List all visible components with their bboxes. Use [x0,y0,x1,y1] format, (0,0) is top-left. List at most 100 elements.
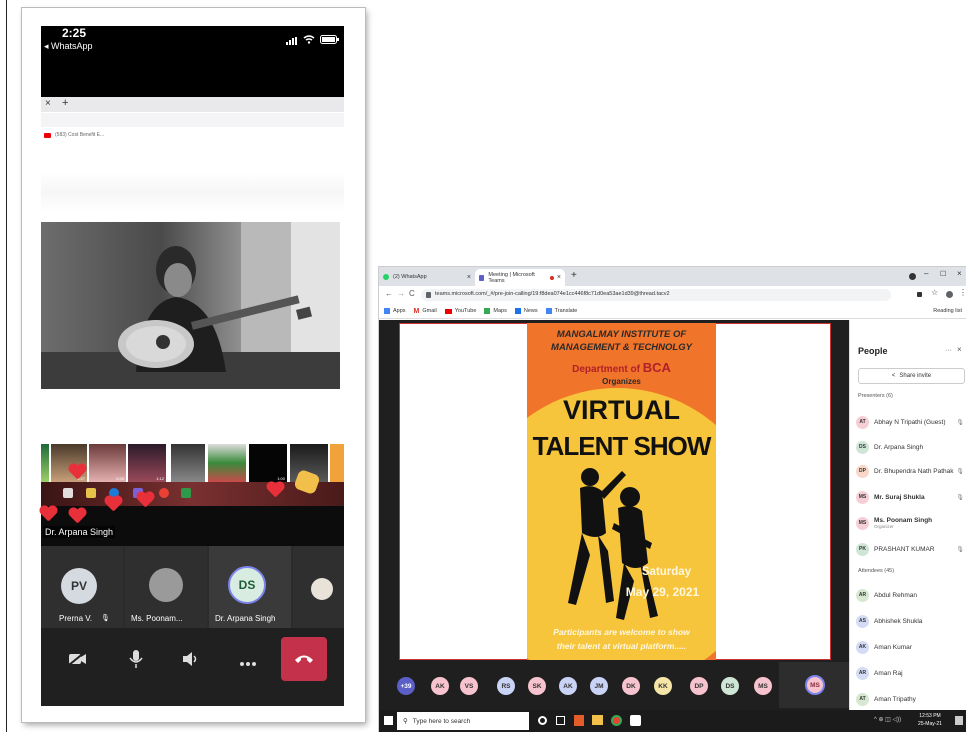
mic-off-icon: 🎙 [956,468,964,475]
teams-icon [479,274,485,281]
thumbnail[interactable] [41,444,49,482]
camera-off-icon[interactable] [68,651,87,666]
bookmark-gmail[interactable]: Gmail [422,308,436,314]
attendee-row[interactable]: AT Aman Tripathy [856,688,916,710]
participant-avatar[interactable]: DK [622,677,640,695]
bookmark-maps[interactable]: Maps [493,308,506,314]
participant-avatar[interactable]: JM [590,677,608,695]
new-tab-button[interactable]: + [571,270,577,281]
share-invite-button[interactable]: < Share invite [858,368,965,384]
cortana-icon[interactable] [538,716,547,725]
participant-avatar[interactable]: AK [559,677,577,695]
attendee-row[interactable]: AR Aman Raj [856,662,903,684]
tab-whatsapp[interactable]: (2) WhatsApp × [383,270,471,284]
participant-avatar[interactable]: SK [528,677,546,695]
forward-icon[interactable]: → [397,289,405,298]
hang-up-button[interactable] [281,637,327,681]
chrome-icon[interactable] [611,715,622,726]
close-panel-icon[interactable]: × [957,345,962,354]
bookmark-apps[interactable]: Apps [393,308,406,314]
attendees-header[interactable]: Attendees (45) [858,568,894,574]
bookmark-star-icon[interactable]: ☆ [931,288,938,297]
participant-tile-active[interactable]: DS Dr. Arpana Singh [209,546,291,628]
participant-avatar[interactable]: DP [690,677,708,695]
bookmark-news[interactable]: News [524,308,538,314]
presenters-header[interactable]: Presenters (6) [858,393,893,399]
task-view-icon[interactable] [556,716,565,725]
attendee-row[interactable]: AK Aman Kumar [856,636,912,658]
taskbar-clock[interactable]: 12:53 PM 25-May-21 [909,712,951,730]
close-window-icon[interactable]: × [957,269,962,278]
presenter-row[interactable]: AT Abhay N Tripathi (Guest) 🎙 [856,411,964,433]
notification-icon[interactable] [955,716,963,725]
more-participants-button[interactable]: +39 [397,677,415,695]
windows-start-icon[interactable] [384,716,393,725]
mic-off-icon[interactable] [129,650,143,668]
url-field[interactable]: teams.microsoft.com/_#/pre-join-calling/… [421,289,891,301]
tab-close-icon[interactable]: × [557,274,561,281]
person-avatar: AT [856,692,869,706]
poster-dept-prefix: Department of [572,364,640,375]
tab-label: (2) WhatsApp [393,274,427,280]
participant-avatar[interactable]: VS [460,677,478,695]
maps-icon [484,308,491,314]
more-options-icon[interactable] [239,654,257,666]
bookmark-translate[interactable]: Translate [555,308,578,314]
presenter-row[interactable]: MS Mr. Suraj Shukla 🎙 [856,486,964,508]
presenter-row[interactable]: PK PRASHANT KUMAR 🎙 [856,538,964,560]
thumbnail[interactable] [208,444,246,482]
profile-icon[interactable] [909,273,916,280]
participant-avatar[interactable]: AK [431,677,449,695]
thumbnail[interactable] [330,444,344,482]
tab-close-icon[interactable]: × [45,98,51,109]
presenter-row[interactable]: DP Dr. Bhupendra Nath Pathak 🎙 [856,460,964,482]
new-tab-button[interactable]: + [62,97,68,109]
participant-tile[interactable] [293,546,344,628]
participant-tile[interactable]: PV Prerna V. 🎙 [41,546,123,628]
taskbar-search-box[interactable]: ⚲ Type here to search [397,712,529,730]
back-icon[interactable]: ← [385,289,393,298]
person-name: Dr. Bhupendra Nath Pathak [874,467,954,475]
thumbnail[interactable] [171,444,205,482]
heart-reaction-icon [39,506,57,522]
reading-list-button[interactable]: Reading list [933,308,962,314]
thumbnail[interactable]: 0:20 [89,444,126,482]
attendee-row[interactable]: AS Abhishek Shukla [856,610,922,632]
poster-date: May 29, 2021 [625,585,700,599]
minimize-icon[interactable]: – [924,269,928,278]
system-tray-icons[interactable]: ^ ⊕ ◫ ◁)) [874,716,901,723]
person-avatar: MS [856,490,869,504]
file-explorer-icon[interactable] [592,715,603,725]
office-icon[interactable] [574,715,584,726]
participant-avatar[interactable]: MS [754,677,772,695]
tab-close-icon[interactable]: × [467,274,471,281]
back-to-whatsapp-link[interactable]: ◂ WhatsApp [44,41,93,52]
presenter-row[interactable]: DS Dr. Arpana Singh [856,436,964,458]
person-avatar: AR [856,666,869,680]
event-poster: MANGALMAY INSTITUTE OF MANAGEMENT & TECH… [527,323,716,660]
participant-tile[interactable]: Ms. Poonam... [125,546,207,628]
chrome-menu-icon[interactable]: ⋮ [959,288,966,297]
youtube-tab-row[interactable]: (583) Cost Benefit E... [41,129,344,143]
heart-reaction-icon [104,496,122,512]
account-icon[interactable] [946,291,953,298]
thumbnail[interactable]: 1:00 [249,444,287,482]
speaker-icon[interactable] [183,652,201,666]
attendee-row[interactable]: AR Abdul Rehman [856,584,917,606]
participant-avatar[interactable]: RS [497,677,515,695]
participant-avatar[interactable]: KK [654,677,672,695]
camera-app-icon[interactable] [630,715,641,726]
maximize-icon[interactable]: ☐ [940,270,946,278]
thumbnail[interactable]: 1:12 [128,444,166,482]
more-options-icon[interactable]: ··· [945,347,952,354]
person-info: Dr. Arpana Singh [874,444,923,451]
reload-icon[interactable]: C [409,289,415,298]
tab-teams-active[interactable]: Meeting | Microsoft Teams × [475,269,565,286]
participant-avatar[interactable]: DS [721,677,739,695]
extension-icon[interactable] [917,292,922,297]
self-view-tile[interactable]: MS [779,662,849,708]
presenter-row[interactable]: MS Ms. Poonam Singh Organizer [856,512,964,534]
lock-icon [426,292,431,298]
news-icon [514,308,521,314]
bookmark-youtube[interactable]: YouTube [455,308,477,314]
